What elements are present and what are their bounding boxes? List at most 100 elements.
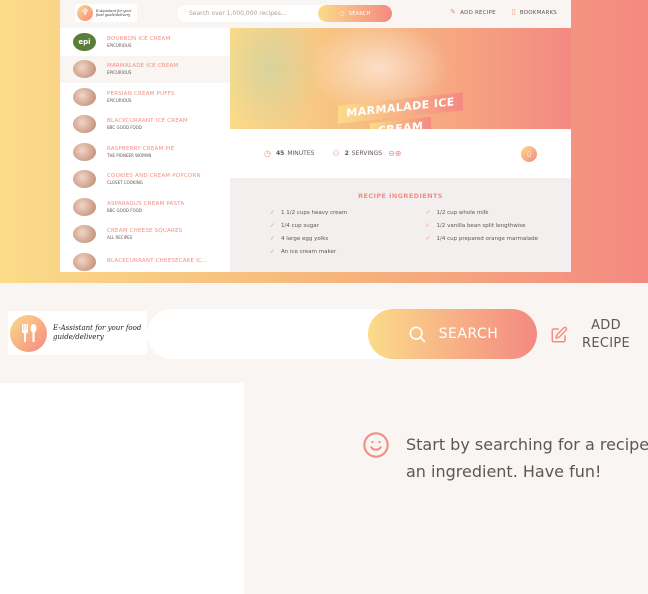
preview-search: Search over 1,000,000 recipes... ○ SEARC… [177, 5, 392, 22]
preview-ingredient-text: 1/4 cup prepared orange marmalade [436, 235, 539, 242]
preview-result-item: MARMALADE ICE CREAM EPICURIOUS [60, 55, 230, 83]
preview-app-window: ♆ E-Assistant for your food guide/delive… [60, 0, 571, 272]
search-form: SEARCH [147, 309, 537, 359]
preview-result-item: RASPBERRY CREAM PIE THE PIONEER WOMAN [60, 138, 230, 166]
preview-result-thumbnail [73, 60, 96, 79]
preview-result-thumbnail [73, 252, 96, 271]
preview-ingredient-text: 1 1/2 cups heavy cream [281, 209, 348, 216]
preview-result-meta: BLACKCURRANT ICE CREAM BBC GOOD FOOD [107, 118, 188, 130]
preview-search-placeholder: Search over 1,000,000 recipes... [189, 10, 287, 17]
preview-result-meta: MARMALADE ICE CREAM EPICURIOUS [107, 63, 178, 75]
preview-result-name: COOKIES AND CREAM POPCORN [107, 173, 201, 180]
preview-result-name: ASPARAGUS CREAM PASTA [107, 200, 185, 207]
preview-result-publisher-logo: epi [73, 32, 96, 51]
preview-ingredient-text: 4 large egg yolks [281, 235, 329, 242]
preview-ingredient: ✓ 1 1/2 cups heavy cream [270, 208, 416, 217]
preview-result-meta: PERSIAN CREAM PUFFS EPICURIOUS [107, 91, 175, 103]
preview-ingredient: ✓ 1/4 cup prepared orange marmalade [426, 234, 572, 243]
preview-ingredient: ✓ 4 large egg yolks [270, 234, 416, 243]
edit-icon: ✎ [450, 8, 457, 16]
preview-recipe-details: ◷ 45 MINUTES ⚇ 2 SERVINGS ⊖⊕ ▯ [230, 129, 571, 178]
preview-ingredients-heading: RECIPE INGREDIENTS [358, 192, 443, 200]
preview-recipe-image: MARMALADE ICE CREAM [230, 28, 571, 129]
minus-plus-icon: ⊖⊕ [388, 149, 402, 158]
empty-state-text: Start by searching for a recipe an ingre… [406, 435, 648, 481]
preview-recipe: MARMALADE ICE CREAM ◷ 45 MINUTES ⚇ 2 SER… [230, 28, 571, 272]
search-icon [409, 326, 426, 343]
preview-result-publisher: CLOSET COOKING [107, 180, 143, 186]
check-icon: ✓ [425, 209, 431, 216]
add-recipe-label: ADD RECIPE [581, 318, 630, 351]
preview-result-thumbnail [73, 87, 96, 106]
preview-result-name: BLACKCURRANT ICE CREAM [107, 118, 188, 125]
preview-result-meta: RASPBERRY CREAM PIE THE PIONEER WOMAN [107, 146, 174, 158]
logo[interactable]: E-Assistant for your food guide/delivery [8, 311, 147, 355]
preview-result-meta: BLACKCURRANT CHEESECAKE IC... [107, 258, 208, 265]
check-icon: ✓ [270, 209, 276, 216]
bookmark-icon: ▯ [511, 8, 516, 16]
preview-result-name: PERSIAN CREAM PUFFS [107, 90, 175, 97]
check-icon: ✓ [270, 235, 276, 242]
search-icon: ○ [339, 10, 345, 17]
preview-result-name: CREAM CHEESE SQUARES [107, 228, 183, 235]
app-container: E-Assistant for your food guide/delivery… [0, 283, 648, 594]
preview-recipe-ingredients: RECIPE INGREDIENTS ✓ 1 1/2 cups heavy cre… [230, 178, 571, 272]
preview-ingredient: ✓ 1/4 cup sugar [270, 221, 416, 230]
search-button-label: SEARCH [438, 326, 499, 342]
add-recipe-button[interactable]: ADD RECIPE [550, 317, 634, 353]
preview-recipe-servings: ⚇ 2 SERVINGS ⊖⊕ [332, 149, 402, 158]
preview-results-list: epi BOURBON ICE CREAM EPICURIOUS MARMALADE … [60, 28, 230, 272]
preview-logo-text: E-Assistant for your food guide/delivery [96, 9, 132, 17]
check-icon: ✓ [425, 235, 431, 242]
preview-result-thumbnail [73, 142, 96, 161]
preview-recipe-minutes: ◷ 45 MINUTES [264, 149, 315, 158]
clock-icon: ◷ [264, 149, 271, 158]
preview-result-item: BLACKCURRANT ICE CREAM BBC GOOD FOOD [60, 111, 230, 139]
preview-result-meta: ASPARAGUS CREAM PASTA BBC GOOD FOOD [107, 201, 184, 213]
preview-result-item: CREAM CHEESE SQUARES ALL RECIPES [60, 221, 230, 249]
edit-icon [550, 326, 568, 344]
preview-result-publisher: EPICURIOUS [107, 42, 132, 48]
preview-result-item: COOKIES AND CREAM POPCORN CLOSET COOKING [60, 166, 230, 194]
bookmark-icon: ▯ [521, 146, 537, 162]
check-icon: ✓ [270, 222, 276, 229]
check-icon: ✓ [270, 248, 276, 255]
preview-result-meta: CREAM CHEESE SQUARES ALL RECIPES [107, 228, 182, 240]
preview-result-item: BLACKCURRANT CHEESECAKE IC... [60, 248, 230, 272]
preview-result-publisher: BBC GOOD FOOD [107, 207, 142, 213]
preview-ingredient: ✓ 1/2 cup whole milk [426, 208, 572, 217]
preview-ingredient: ✓ 1/2 vanilla bean split lengthwise [426, 221, 572, 230]
preview-result-name: RASPBERRY CREAM PIE [107, 145, 175, 152]
preview-nav-bookmarks: ▯ BOOKMARKS [511, 8, 557, 16]
users-icon: ⚇ [332, 149, 340, 158]
preview-nav: ✎ ADD RECIPE ▯ BOOKMARKS [450, 8, 557, 16]
search-button[interactable]: SEARCH [368, 309, 537, 359]
preview-result-publisher: THE PIONEER WOMAN [107, 152, 152, 158]
preview-result-publisher: EPICURIOUS [107, 70, 132, 76]
header: E-Assistant for your food guide/delivery… [0, 283, 648, 383]
preview-result-publisher: BBC GOOD FOOD [107, 125, 142, 131]
preview-ingredient: ✓ An ice cream maker [270, 247, 416, 256]
preview-search-button: ○ SEARCH [318, 5, 392, 22]
preview-result-meta: COOKIES AND CREAM POPCORN CLOSET COOKING [107, 173, 201, 185]
smile-icon-svg [363, 432, 389, 458]
preview-ingredient-text: An ice cream maker [281, 248, 337, 255]
check-icon: ✓ [425, 222, 431, 229]
app-preview-screenshot: ♆ E-Assistant for your food guide/delive… [0, 0, 648, 283]
smile-icon [362, 431, 390, 463]
edit-icon-svg [551, 326, 568, 343]
preview-logo: ♆ E-Assistant for your food guide/delive… [75, 4, 137, 22]
preview-result-thumbnail [73, 170, 96, 189]
preview-ingredient-text: 1/4 cup sugar [281, 222, 319, 229]
preview-result-name: BOURBON ICE CREAM [107, 35, 171, 42]
preview-search-button-label: SEARCH [348, 10, 371, 17]
preview-ingredient-list: ✓ 1 1/2 cups heavy cream ✓ 1/2 cup whole mi… [230, 200, 571, 256]
search-input[interactable] [167, 322, 357, 346]
preview-ingredient-text: 1/2 vanilla bean split lengthwise [436, 222, 526, 229]
preview-result-item: ASPARAGUS CREAM PASTA BBC GOOD FOOD [60, 193, 230, 221]
preview-nav-add-recipe: ✎ ADD RECIPE [450, 8, 496, 16]
preview-result-publisher: EPICURIOUS [107, 97, 132, 103]
recipe-panel: Start by searching for a recipe an ingre… [244, 383, 648, 594]
preview-result-meta: BOURBON ICE CREAM EPICURIOUS [107, 36, 170, 48]
preview-recipe-title: MARMALADE ICE CREAM [230, 78, 571, 129]
